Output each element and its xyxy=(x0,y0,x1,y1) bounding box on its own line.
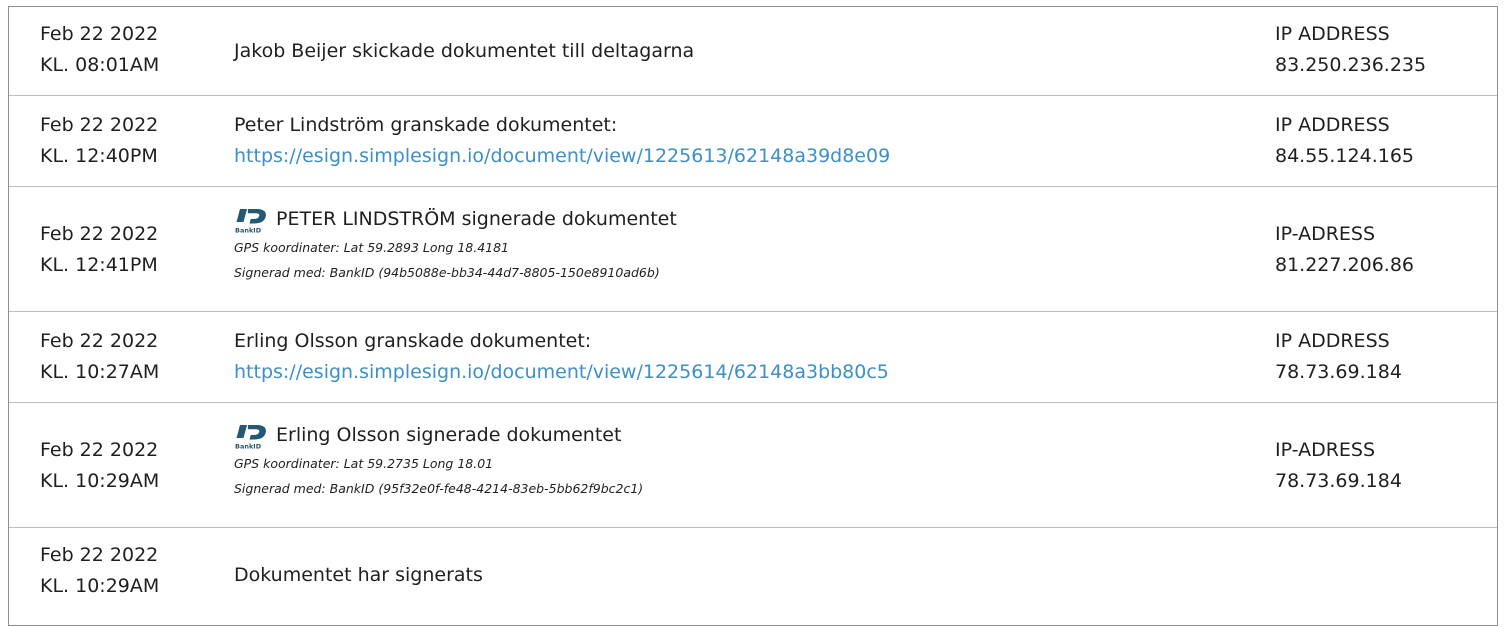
event-text: Erling Olsson signerade dokumentet xyxy=(276,424,622,446)
gps-coordinates: GPS koordinater: Lat 59.2893 Long 18.418… xyxy=(234,240,510,255)
time-text: KL. 10:27AM xyxy=(40,361,160,383)
ip-label: IP-ADRESS xyxy=(1275,439,1376,461)
ip-info: IP ADDRESS 78.73.69.184 xyxy=(1275,326,1475,388)
event-text: PETER LINDSTRÖM signerade dokumentet xyxy=(276,208,677,230)
event-description: Erling Olsson granskade dokumentet: http… xyxy=(234,326,1244,388)
ip-label: IP ADDRESS xyxy=(1275,330,1390,352)
date-text: Feb 22 2022 xyxy=(40,439,159,461)
table-row: Feb 22 2022 KL. 08:01AM Jakob Beijer ski… xyxy=(9,7,1497,96)
gps-coordinates: GPS koordinater: Lat 59.2735 Long 18.01 xyxy=(234,456,494,471)
ip-info: IP ADDRESS 83.250.236.235 xyxy=(1275,19,1475,81)
time-text: KL. 10:29AM xyxy=(40,575,160,597)
time-text: KL. 12:41PM xyxy=(40,254,158,276)
event-description: Jakob Beijer skickade dokumentet till de… xyxy=(234,36,1244,67)
ip-info: IP-ADRESS 81.227.206.86 xyxy=(1275,219,1475,281)
document-link[interactable]: https://esign.simplesign.io/document/vie… xyxy=(234,141,1244,172)
audit-log-table: Feb 22 2022 KL. 08:01AM Jakob Beijer ski… xyxy=(8,6,1498,626)
signed-with: Signerad med: BankID (94b5088e-bb34-44d7… xyxy=(234,265,660,280)
bankid-icon: BankID xyxy=(235,424,266,450)
svg-text:BankID: BankID xyxy=(235,226,262,234)
table-row: Feb 22 2022 KL. 12:40PM Peter Lindström … xyxy=(9,96,1497,187)
signed-with: Signerad med: BankID (95f32e0f-fe48-4214… xyxy=(234,481,644,496)
table-row: Feb 22 2022 KL. 10:29AM BankID Erling Ol… xyxy=(9,403,1497,528)
ip-value: 78.73.69.184 xyxy=(1275,361,1402,383)
date-text: Feb 22 2022 xyxy=(40,544,159,566)
event-description: BankID Erling Olsson signerade dokumente… xyxy=(234,420,1244,501)
date-text: Feb 22 2022 xyxy=(40,23,159,45)
time-text: KL. 12:40PM xyxy=(40,145,158,167)
timestamp: Feb 22 2022 KL. 10:27AM xyxy=(40,326,210,388)
timestamp: Feb 22 2022 KL. 12:40PM xyxy=(40,110,210,172)
time-text: KL. 10:29AM xyxy=(40,470,160,492)
date-text: Feb 22 2022 xyxy=(40,114,159,136)
event-description: Dokumentet har signerats xyxy=(234,560,1244,591)
signature-line: BankID Erling Olsson signerade dokumente… xyxy=(234,420,1244,451)
signature-line: BankID PETER LINDSTRÖM signerade dokumen… xyxy=(234,204,1244,235)
ip-value: 83.250.236.235 xyxy=(1275,54,1427,76)
ip-info: IP ADDRESS 84.55.124.165 xyxy=(1275,110,1475,172)
svg-text:BankID: BankID xyxy=(235,442,262,450)
event-text: Peter Lindström granskade dokumentet: xyxy=(234,114,618,136)
ip-info: IP-ADRESS 78.73.69.184 xyxy=(1275,435,1475,497)
table-row: Feb 22 2022 KL. 10:29AM Dokumentet har s… xyxy=(9,528,1497,627)
timestamp: Feb 22 2022 KL. 12:41PM xyxy=(40,219,210,281)
ip-value: 84.55.124.165 xyxy=(1275,145,1415,167)
date-text: Feb 22 2022 xyxy=(40,223,159,245)
timestamp: Feb 22 2022 KL. 10:29AM xyxy=(40,435,210,497)
ip-label: IP-ADRESS xyxy=(1275,223,1376,245)
date-text: Feb 22 2022 xyxy=(40,330,159,352)
event-text: Jakob Beijer skickade dokumentet till de… xyxy=(234,40,695,62)
timestamp: Feb 22 2022 KL. 10:29AM xyxy=(40,540,210,602)
event-description: Peter Lindström granskade dokumentet: ht… xyxy=(234,110,1244,172)
event-text: Erling Olsson granskade dokumentet: xyxy=(234,330,592,352)
table-row: Feb 22 2022 KL. 10:27AM Erling Olsson gr… xyxy=(9,312,1497,403)
event-description: BankID PETER LINDSTRÖM signerade dokumen… xyxy=(234,204,1244,285)
ip-label: IP ADDRESS xyxy=(1275,114,1390,136)
table-row: Feb 22 2022 KL. 12:41PM BankID PETER LIN… xyxy=(9,187,1497,312)
ip-value: 78.73.69.184 xyxy=(1275,470,1402,492)
ip-value: 81.227.206.86 xyxy=(1275,254,1415,276)
time-text: KL. 08:01AM xyxy=(40,54,160,76)
ip-label: IP ADDRESS xyxy=(1275,23,1390,45)
document-link[interactable]: https://esign.simplesign.io/document/vie… xyxy=(234,357,1244,388)
bankid-icon: BankID xyxy=(235,208,266,234)
timestamp: Feb 22 2022 KL. 08:01AM xyxy=(40,19,210,81)
event-text: Dokumentet har signerats xyxy=(234,564,483,586)
